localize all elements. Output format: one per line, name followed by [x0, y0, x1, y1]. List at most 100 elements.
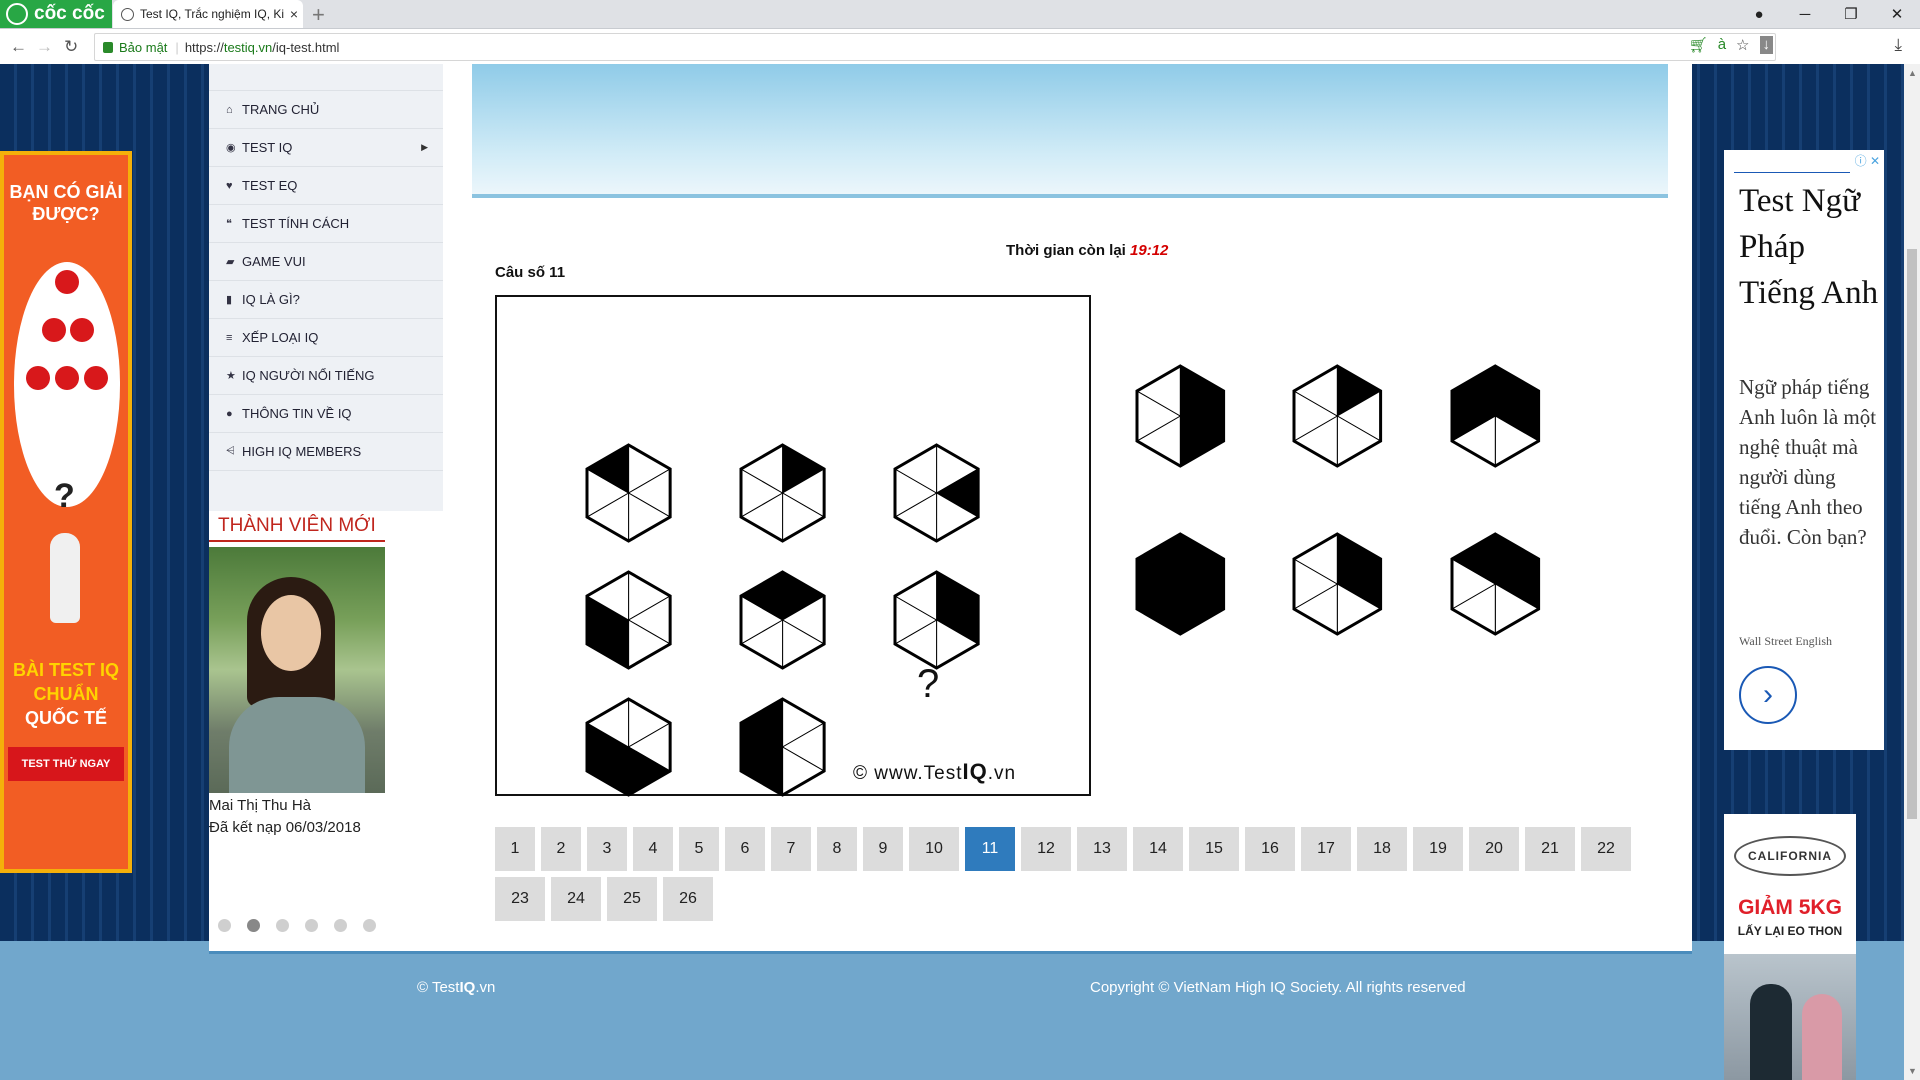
page-button[interactable]: 18	[1357, 827, 1407, 871]
sidebar-item-7[interactable]: ★ IQ NGƯỜI NỔI TIẾNG	[209, 357, 443, 395]
right-ad2-photo	[1724, 954, 1856, 1080]
carousel-dot[interactable]	[305, 919, 318, 932]
sidebar-item-4[interactable]: ▰ GAME VUI	[209, 243, 443, 281]
page-button[interactable]: 4	[633, 827, 673, 871]
translate-icon[interactable]: à	[1718, 36, 1726, 54]
answer-option[interactable]	[1133, 530, 1228, 638]
page-button[interactable]: 16	[1245, 827, 1295, 871]
page-button[interactable]: 17	[1301, 827, 1351, 871]
carousel-dot[interactable]	[363, 919, 376, 932]
account-icon[interactable]: ●	[1736, 6, 1782, 23]
page-button[interactable]: 7	[771, 827, 811, 871]
right-ad-banner[interactable]: ⓘ ✕ Test Ngữ Pháp Tiếng Anh Ngữ pháp tiế…	[1724, 150, 1884, 750]
new-members-underline	[209, 540, 385, 542]
minimize-icon[interactable]: ─	[1782, 6, 1828, 23]
left-ad-subline: BÀI TEST IQ CHUẨN QUỐC TẾ	[12, 660, 119, 728]
sidebar-item-label: IQ LÀ GÌ?	[242, 292, 300, 307]
restore-icon[interactable]: ❐	[1828, 5, 1874, 23]
page-button[interactable]: 10	[909, 827, 959, 871]
page-button[interactable]: 1	[495, 827, 535, 871]
secure-label: Bảo mật	[119, 39, 168, 55]
page-button[interactable]: 3	[587, 827, 627, 871]
page-button[interactable]: 20	[1469, 827, 1519, 871]
right-ad-banner-2[interactable]: CALIFORNIA GIẢM 5KG LẤY LẠI EO THON	[1724, 814, 1856, 1080]
page-button[interactable]: 22	[1581, 827, 1631, 871]
vertical-scrollbar[interactable]: ▲ ▼	[1904, 64, 1920, 1080]
sidebar-item-9[interactable]: ⩤ HIGH IQ MEMBERS	[209, 433, 443, 471]
sidebar-item-3[interactable]: ❝ TEST TÍNH CÁCH	[209, 205, 443, 243]
chevron-right-icon[interactable]: ›	[1739, 666, 1797, 724]
coccoc-logo-icon	[6, 3, 28, 25]
page-button[interactable]: 23	[495, 877, 545, 921]
page-button[interactable]: 8	[817, 827, 857, 871]
photo-face	[261, 595, 321, 671]
page-button[interactable]: 26	[663, 877, 713, 921]
downloads-icon[interactable]: ⤓	[1894, 35, 1902, 55]
close-tab-icon[interactable]: ×	[285, 6, 303, 22]
right-ad-heading[interactable]: Test Ngữ Pháp Tiếng Anh	[1739, 178, 1879, 316]
page-button[interactable]: 19	[1413, 827, 1463, 871]
answer-option[interactable]	[1290, 362, 1385, 470]
page-button[interactable]: 25	[607, 877, 657, 921]
answer-option[interactable]	[1133, 362, 1228, 470]
sidebar-item-5[interactable]: ▮ IQ LÀ GÌ?	[209, 281, 443, 319]
page-button[interactable]: 21	[1525, 827, 1575, 871]
answer-option[interactable]	[1448, 362, 1543, 470]
sidebar-item-0[interactable]: ⌂ TRANG CHỦ	[209, 91, 443, 129]
list-icon: ≡	[226, 331, 233, 344]
adchoices-icon[interactable]: ⓘ ✕	[1855, 152, 1880, 169]
sidebar-item-label: TEST TÍNH CÁCH	[242, 216, 350, 231]
scroll-up-icon[interactable]: ▲	[1908, 68, 1917, 78]
page-button[interactable]: 15	[1189, 827, 1239, 871]
new-tab-button[interactable]: +	[312, 2, 325, 28]
back-icon[interactable]: ←	[10, 29, 27, 64]
home-icon: ⌂	[226, 103, 233, 116]
browser-tab-active[interactable]: Test IQ, Trắc nghiệm IQ, Ki ×	[113, 0, 303, 28]
left-ad-cta-button[interactable]: TEST THỬ NGAY	[8, 747, 124, 781]
footer-site-name: © TestIQ.vn	[417, 979, 496, 996]
gamepad-icon: ▰	[226, 256, 235, 268]
bookmark-star-icon[interactable]: ☆	[1736, 36, 1749, 54]
carousel-dot[interactable]	[247, 919, 260, 932]
browser-brand[interactable]: cốc cốc	[0, 0, 112, 28]
answer-option[interactable]	[1290, 530, 1385, 638]
carousel-dot[interactable]	[218, 919, 231, 932]
missing-figure-mark: ?	[917, 662, 940, 706]
scroll-down-icon[interactable]: ▼	[1908, 1066, 1917, 1076]
sidebar-item-1[interactable]: ◉ TEST IQ ▶	[209, 129, 443, 167]
page-button[interactable]: 12	[1021, 827, 1071, 871]
url-bar[interactable]: Bảo mật | https://testiq.vn/iq-test.html…	[94, 33, 1776, 61]
member-photo[interactable]	[209, 547, 385, 793]
page-button[interactable]: 9	[863, 827, 903, 871]
close-window-icon[interactable]: ✕	[1874, 5, 1920, 23]
download-arrow-icon[interactable]: ↓	[1759, 36, 1773, 54]
page-button[interactable]: 24	[551, 877, 601, 921]
page-button[interactable]: 13	[1077, 827, 1127, 871]
carousel-dots	[218, 919, 376, 932]
right-ad2-offer: GIẢM 5KG	[1738, 896, 1842, 919]
member-name[interactable]: Mai Thị Thu Hà	[209, 797, 311, 814]
chat-icon: ❝	[226, 218, 232, 230]
left-ad-banner[interactable]: BẠN CÓ GIẢI ĐƯỢC? ? BÀI TEST IQ CHUẨN QUỐC…	[0, 151, 132, 873]
carousel-dot[interactable]	[334, 919, 347, 932]
page-button[interactable]: 2	[541, 827, 581, 871]
forward-icon[interactable]: →	[36, 29, 53, 64]
timer-value: 19:12	[1130, 242, 1169, 259]
page-button[interactable]: 14	[1133, 827, 1183, 871]
carousel-dot[interactable]	[276, 919, 289, 932]
lock-icon	[103, 41, 113, 53]
cart-icon[interactable]: 🛒︎	[1689, 36, 1708, 54]
apple-icon	[84, 366, 108, 390]
page-button[interactable]: 6	[725, 827, 765, 871]
url-separator: |	[175, 39, 179, 55]
page-button[interactable]: 5	[679, 827, 719, 871]
header-banner	[472, 64, 1668, 198]
photo-man	[1750, 984, 1792, 1080]
answer-option[interactable]	[1448, 530, 1543, 638]
reload-icon[interactable]: ↻	[64, 29, 78, 64]
sidebar-item-6[interactable]: ≡ XẾP LOẠI IQ	[209, 319, 443, 357]
scroll-thumb[interactable]	[1907, 249, 1917, 819]
sidebar-item-8[interactable]: ● THÔNG TIN VỀ IQ	[209, 395, 443, 433]
sidebar-item-2[interactable]: ♥ TEST EQ	[209, 167, 443, 205]
page-button[interactable]: 11	[965, 827, 1015, 871]
